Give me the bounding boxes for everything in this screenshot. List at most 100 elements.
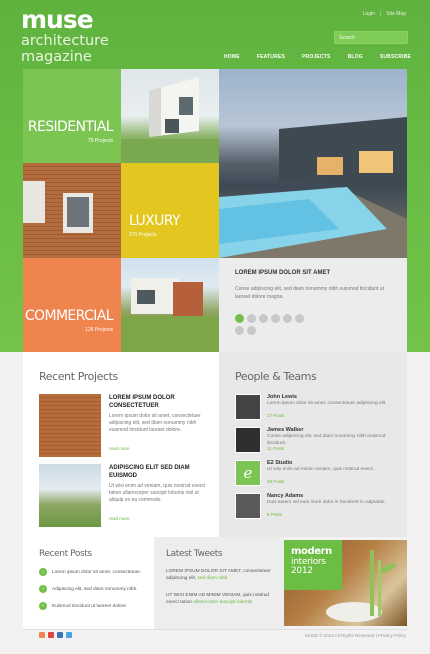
house-illustration <box>121 77 219 163</box>
main-nav: HOME FEATURES PROJECTS BLOG SUBSCRIBE <box>224 54 428 60</box>
post-item[interactable]: › Adipiscing elit, sed diam nonummy nibh… <box>39 585 138 593</box>
rss-icon[interactable] <box>39 632 45 638</box>
tweet-item: LOREM IPSUM DOLOR SIT AMET, consectetuer… <box>166 568 278 582</box>
project-excerpt: Ut wisi enim ad veniam, quis nostrud exe… <box>109 483 206 503</box>
top-links: Login | Site Map <box>363 11 406 17</box>
nav-blog[interactable]: BLOG <box>348 54 363 60</box>
logo-tagline: architecture magazine <box>21 33 109 65</box>
avatar[interactable] <box>235 427 261 453</box>
nav-home[interactable]: HOME <box>224 54 240 60</box>
read-more-link[interactable]: read more <box>109 446 130 451</box>
post-item[interactable]: › Lorem ipsum dolor sit amet, consectetu… <box>39 568 141 576</box>
tile-residential-count: 75 Projects <box>87 138 113 144</box>
arrow-icon: › <box>39 602 47 610</box>
recent-projects-panel: Recent Projects LOREM IPSUM DOLOR CONSEC… <box>23 352 219 537</box>
person-item: e E2 Studio Ut wisi enim ad minim veniam… <box>235 460 400 490</box>
slider-dot-6[interactable] <box>295 314 304 323</box>
latest-tweets-title: Latest Tweets <box>166 549 223 559</box>
tile-commercial-count: 126 Projects <box>85 327 113 333</box>
recent-posts-panel: Recent Posts › Lorem ipsum dolor sit ame… <box>23 537 154 629</box>
search-input[interactable]: Search <box>334 31 408 44</box>
social-links <box>39 632 72 638</box>
person-item: Nancy Adams Duis autem vel eum iriure do… <box>235 493 400 523</box>
tile-residential[interactable]: RESIDENTIAL 75 Projects <box>23 69 121 163</box>
project-title[interactable]: LOREM IPSUM DOLOR CONSECTETUER <box>109 394 209 410</box>
person-item: John Lewis Lorem ipsum dolor sit amet, c… <box>235 394 400 424</box>
recent-projects-title: Recent Projects <box>39 370 118 383</box>
studio-logo-avatar[interactable]: e <box>235 460 261 486</box>
tile-commercial[interactable]: COMMERCIAL 126 Projects <box>23 258 121 352</box>
people-teams-title: People & Teams <box>235 370 317 383</box>
person-description: Duis autem vel eum iriure dolor in hendr… <box>267 500 386 505</box>
person-post-count[interactable]: 11 Posts <box>267 446 284 451</box>
logo[interactable]: muse <box>21 7 94 33</box>
person-description: Lorem ipsum dolor sit amet, consectetuer… <box>267 401 387 406</box>
person-item: James Walker Conse adipiscing elit, sed … <box>235 427 400 457</box>
pool-illustration <box>219 117 407 258</box>
person-description: Conse adipiscing elit, sed diam nonummy … <box>267 434 386 446</box>
brick-building-photo[interactable] <box>23 163 121 258</box>
tweet-item: UT WISI ENIM AD MINIM VENIAM, quis nostr… <box>166 592 278 606</box>
person-name[interactable]: E2 Studio <box>267 460 292 466</box>
arrow-icon: › <box>39 568 47 576</box>
post-link[interactable]: Lorem ipsum dolor sit amet, consectetuer… <box>52 570 141 575</box>
person-post-count[interactable]: 48 Posts <box>267 479 285 484</box>
slider-dot-4[interactable] <box>271 314 280 323</box>
brick-illustration <box>23 181 93 233</box>
tweet-link[interactable]: ullamcorper suscipit lobortis <box>193 600 252 605</box>
project-title[interactable]: ADIPISCING ELIT SED DIAM EUISMOD <box>109 464 209 480</box>
slider-dot-7[interactable] <box>235 326 244 335</box>
slider-dot-3[interactable] <box>259 314 268 323</box>
nav-subscribe[interactable]: SUBSCRIBE <box>380 54 411 60</box>
lawn-building-photo[interactable] <box>121 258 219 352</box>
tile-luxury[interactable]: LUXURY 270 Projects <box>121 163 219 258</box>
facebook-icon[interactable] <box>57 632 63 638</box>
lawn-illustration <box>121 278 219 352</box>
house-photo[interactable] <box>121 69 219 163</box>
slider-dot-2[interactable] <box>247 314 256 323</box>
footer-copyright: MUSE © 2012 All Rights Reserved | Privac… <box>304 633 406 638</box>
post-item[interactable]: › Euismod tincidunt ut laoreet dolore. <box>39 602 127 610</box>
people-teams-panel: People & Teams John Lewis Lorem ipsum do… <box>219 352 407 537</box>
page: muse architecture magazine Login | Site … <box>0 0 430 654</box>
latest-tweets-panel: Latest Tweets LOREM IPSUM DOLOR SIT AMET… <box>154 537 284 629</box>
person-name[interactable]: James Walker <box>267 427 304 433</box>
promo-banner[interactable]: modern interiors 2012 <box>284 540 407 626</box>
read-more-link[interactable]: read more <box>109 516 130 521</box>
slider-dot-5[interactable] <box>283 314 292 323</box>
pool-photo[interactable] <box>219 69 407 258</box>
post-link[interactable]: Adipiscing elit, sed diam nonummy nibh. <box>52 587 138 592</box>
person-name[interactable]: John Lewis <box>267 394 297 400</box>
project-item: ADIPISCING ELIT SED DIAM EUISMOD Ut wisi… <box>39 464 209 528</box>
nav-projects[interactable]: PROJECTS <box>302 54 331 60</box>
twitter-icon[interactable] <box>66 632 72 638</box>
recent-posts-title: Recent Posts <box>39 549 92 559</box>
link-separator: | <box>379 11 382 17</box>
person-post-count[interactable]: 17 Posts <box>267 413 285 418</box>
person-name[interactable]: Nancy Adams <box>267 493 303 499</box>
arrow-icon: › <box>39 585 47 593</box>
avatar[interactable] <box>235 493 261 519</box>
project-excerpt: Lorem ipsum dolor sit amet, consectetuer… <box>109 413 201 433</box>
project-item: LOREM IPSUM DOLOR CONSECTETUER Lorem ips… <box>39 394 209 458</box>
slider-dot-8[interactable] <box>247 326 256 335</box>
promo-line-3-text: 2012 <box>291 566 313 576</box>
slider-text: Conse adipiscing elit, sed diam nonummy … <box>235 286 384 300</box>
project-thumbnail[interactable] <box>39 464 101 527</box>
post-link[interactable]: Euismod tincidunt ut laoreet dolore. <box>52 604 127 609</box>
avatar[interactable] <box>235 394 261 420</box>
promo-line-1: modern <box>291 546 332 557</box>
nav-features[interactable]: FEATURES <box>257 54 285 60</box>
login-link[interactable]: Login <box>363 11 375 17</box>
tweet-link[interactable]: sed diam nibh <box>197 576 227 581</box>
promo-label-box: modern interiors 2012 <box>284 540 342 590</box>
tile-commercial-title: COMMERCIAL <box>24 308 114 324</box>
slider-dot-1[interactable] <box>235 314 244 323</box>
sitemap-link[interactable]: Site Map <box>386 11 406 17</box>
tile-residential-title: RESIDENTIAL <box>27 119 114 135</box>
person-post-count[interactable]: 5 Posts <box>267 512 282 517</box>
project-thumbnail[interactable] <box>39 394 101 457</box>
slider-heading: LOREM IPSUM DOLOR SIT AMET <box>235 270 331 276</box>
google-plus-icon[interactable] <box>48 632 54 638</box>
tile-luxury-count: 270 Projects <box>129 232 157 238</box>
